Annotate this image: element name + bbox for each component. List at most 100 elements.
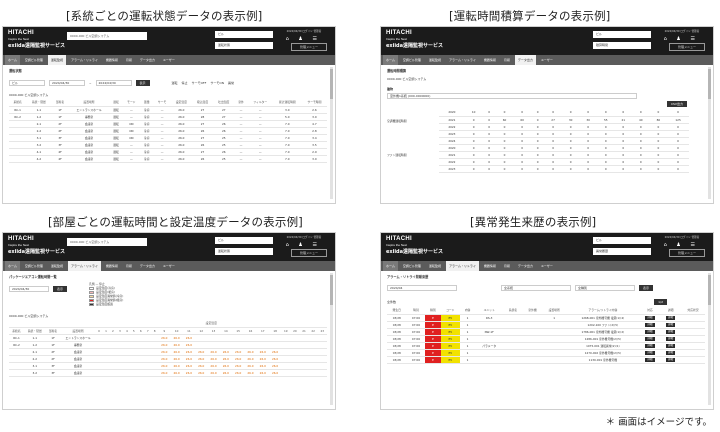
- show-button[interactable]: 表示: [639, 285, 654, 291]
- response-button[interactable]: 詳細: [645, 344, 655, 348]
- response-button[interactable]: 詳細: [645, 316, 655, 320]
- show-button[interactable]: 表示: [135, 80, 150, 86]
- table-row[interactable]: RC-1 1-1 1F エントランスホール 運転 — 冷房 —26.0 27 27— —3.0 2.6: [9, 106, 327, 114]
- header-icons[interactable]: ⌂ ♟ ☰: [664, 36, 699, 42]
- tab-4[interactable]: 機器情報: [481, 261, 499, 271]
- table-row[interactable]: 2022 0 0 0 0 0 0 0 0 0 0 0 0 0: [439, 123, 689, 131]
- system-filter[interactable]: 全系統: [501, 285, 571, 291]
- building-select[interactable]: ビル: [593, 31, 651, 38]
- tab-7[interactable]: ユーザー: [160, 55, 178, 65]
- view-select[interactable]: 運転状態: [215, 42, 273, 49]
- table-row[interactable]: 4-2 4F 会議室 運転 — 冷房 —26.0 26 25— —7.0 3.0: [9, 155, 327, 163]
- table-row[interactable]: 2-1 2F 会議室 運転 ON 冷房 —26.0 27 26— —7.0 4.7: [9, 120, 327, 128]
- table-row[interactable]: 3-1 3F 会議室 運転 ON 冷房 —26.0 27 25— —7.0 3.4: [9, 134, 327, 142]
- scrollbar[interactable]: [708, 67, 711, 199]
- header-icons[interactable]: ⌂ ♟ ☰: [664, 242, 699, 248]
- detail-button[interactable]: 詳細: [666, 330, 676, 334]
- tab-0[interactable]: ホーム: [383, 261, 398, 271]
- table-row[interactable]: 2-1 2F 会議室 26.0 26.0 26.0 26.0 26.0 26.0 26.0 26.0…: [9, 348, 327, 356]
- response-button[interactable]: 詳細: [645, 351, 655, 355]
- tab-5[interactable]: 月報: [501, 55, 513, 65]
- table-row[interactable]: 3-1 3F 会議室 26.0 26.0 26.0 26.0 26.0 26.0 26.0 26.0…: [9, 362, 327, 370]
- view-select[interactable]: 運転状態: [215, 248, 273, 255]
- response-button[interactable]: 詳細: [645, 330, 655, 334]
- building-select[interactable]: ビル: [215, 31, 273, 38]
- table-row[interactable]: 2023 0 0 0 0 0 0 0 0 0 0 0 0 0: [439, 130, 689, 138]
- admin-menu-button[interactable]: 管理メニュー: [669, 249, 705, 257]
- building-select[interactable]: ビル: [593, 237, 651, 244]
- table-row[interactable]: 2-2 2F 会議室 26.0 26.0 26.0 26.0 26.0 26.0 26.0 26.0…: [9, 355, 327, 363]
- table-row[interactable]: 2022 0 0 0 0 0 0 0 0 0 0 0 0 0: [439, 158, 689, 166]
- detail-button[interactable]: 詳細: [666, 344, 676, 348]
- response-button[interactable]: 詳細: [645, 323, 655, 327]
- tab-2[interactable]: 運転監視: [48, 261, 66, 271]
- detail-button[interactable]: 詳細: [666, 323, 676, 327]
- tab-0[interactable]: ホーム: [5, 55, 20, 65]
- table-row[interactable]: RC-1 1-1 1F エントランスホール 26.0 26.0 26.0: [9, 334, 327, 342]
- tab-6[interactable]: データ出力: [515, 261, 536, 271]
- tab-1[interactable]: 空調ビル管理: [22, 55, 46, 65]
- scrollbar[interactable]: [708, 273, 711, 405]
- view-select[interactable]: 異常履歴: [593, 248, 651, 255]
- detail-button[interactable]: 詳細: [666, 351, 676, 355]
- admin-menu-button[interactable]: 管理メニュー: [291, 249, 327, 257]
- table-row[interactable]: 3-2 3F 会議室 26.0 26.0 26.0 26.0 26.0 26.0 26.0 26.0…: [9, 369, 327, 377]
- tab-0[interactable]: ホーム: [5, 261, 20, 271]
- tab-7[interactable]: ユーザー: [160, 261, 178, 271]
- detail-button[interactable]: 詳細: [666, 337, 676, 341]
- date-from-field[interactable]: 2024/04/30: [49, 80, 85, 86]
- tab-5[interactable]: 月報: [123, 55, 135, 65]
- tab-6[interactable]: データ出力: [137, 55, 158, 65]
- table-row[interactable]: 2020 0 0 0 0 0 0 0 0 0 0 0 0 0: [439, 144, 689, 152]
- tab-6[interactable]: データ出力: [514, 55, 536, 65]
- table-row[interactable]: 03/28 07:06 E E5 1 NW-1F 1786-001 室外機号機 電源(1)(…: [387, 328, 705, 336]
- table-row[interactable]: 03/28 07:06 E E5 1 1130-001 室外機号機 詳細 詳細: [387, 356, 705, 364]
- tab-2[interactable]: 運転監視: [426, 261, 444, 271]
- tab-1[interactable]: 空調ビル管理: [400, 55, 424, 65]
- tab-2[interactable]: 運転監視: [47, 55, 66, 65]
- response-button[interactable]: 詳細: [645, 337, 655, 341]
- table-row[interactable]: 2020 10 0 0 0 0 0 0 0 0 0 0 0 0: [439, 109, 689, 117]
- admin-menu-button[interactable]: 管理メニュー: [291, 43, 327, 51]
- tab-3[interactable]: アラーム・リトライ: [445, 261, 479, 271]
- table-row[interactable]: 03/28 07:06 E E5 1 パラメータ 1075-001 運転異常(2)(1) 詳細…: [387, 342, 705, 350]
- tab-7[interactable]: ユーザー: [538, 261, 556, 271]
- scrollbar[interactable]: [330, 67, 333, 199]
- tab-4[interactable]: 機器情報: [103, 55, 121, 65]
- detail-button[interactable]: 詳細: [666, 316, 676, 320]
- table-row[interactable]: 03/28 07:06 E E5 1 1286-001 室外機号機(2)(5) 詳細 詳細: [387, 335, 705, 343]
- building-field[interactable]: ビル: [9, 80, 45, 86]
- table-row[interactable]: RC-2 1-2 1F 事務室 運転 — 冷房 —26.0 28 27— —5.0 3.0: [9, 113, 327, 121]
- detail-button[interactable]: 詳細: [666, 358, 676, 362]
- response-button[interactable]: 詳細: [645, 358, 655, 362]
- tab-3[interactable]: アラーム・リトライ: [68, 55, 101, 65]
- header-search-input[interactable]: 0000-000 ビル空調システム: [67, 32, 147, 40]
- table-row[interactable]: RC-2 1-2 1F 事務室 26.0 26.0 26.0: [9, 341, 327, 349]
- header-search-input[interactable]: 0000-000 ビル空調システム: [67, 238, 147, 246]
- table-row[interactable]: 3-2 3F 会議室 運転 — 冷房 —26.0 26 25— —7.0 3.5: [9, 141, 327, 149]
- header-icons[interactable]: ⌂ ♟ ☰: [286, 36, 321, 42]
- tab-5[interactable]: 月報: [501, 261, 513, 271]
- tab-0[interactable]: ホーム: [383, 55, 398, 65]
- table-row[interactable]: 4-1 4F 会議室 運転 — 冷房 —26.0 27 26— —7.0 2.9: [9, 148, 327, 156]
- tab-4[interactable]: 機器情報: [103, 261, 121, 271]
- tab-6[interactable]: データ出力: [137, 261, 158, 271]
- table-row[interactable]: 03/28 07:06 E E5 1 1270-002 室外機号機(2)(5) 詳細 詳細: [387, 349, 705, 357]
- tab-2[interactable]: 運転監視: [426, 55, 444, 65]
- tab-5[interactable]: 月報: [123, 261, 135, 271]
- tab-4[interactable]: 機器情報: [481, 55, 499, 65]
- period-filter[interactable]: 2024/04: [387, 285, 457, 291]
- scrollbar[interactable]: [330, 273, 333, 405]
- table-row[interactable]: 2023 0 0 0 0 0 0 0 0 0 0 0 0 0: [439, 165, 689, 173]
- table-row[interactable]: 03/28 07:06 E E5 1 1202-100 ファン(2)(5) 詳細 詳細: [387, 321, 705, 329]
- table-row[interactable]: 03/28 07:06 E E5 1 RS-3 1 1268-001 室外機号機 電源(1)(…: [387, 314, 705, 322]
- date-field[interactable]: 2024/04/30: [9, 286, 49, 292]
- table-row[interactable]: 2021 0 0 0 0 0 0 0 0 0 0 0 0 0: [439, 151, 689, 159]
- show-button[interactable]: 表示: [53, 286, 68, 292]
- tab-1[interactable]: 空調ビル管理: [22, 261, 46, 271]
- table-row[interactable]: 2-2 2F 会議室 運転 ON 冷房 —26.0 26 26— —7.0 2.8: [9, 127, 327, 135]
- pager[interactable]: 1/2: [654, 299, 667, 305]
- tab-7[interactable]: ユーザー: [538, 55, 556, 65]
- admin-menu-button[interactable]: 管理メニュー: [669, 43, 705, 51]
- table-row[interactable]: 2024 0 0 0 0 0 0 0 0 0 0 0 0 0: [439, 137, 689, 145]
